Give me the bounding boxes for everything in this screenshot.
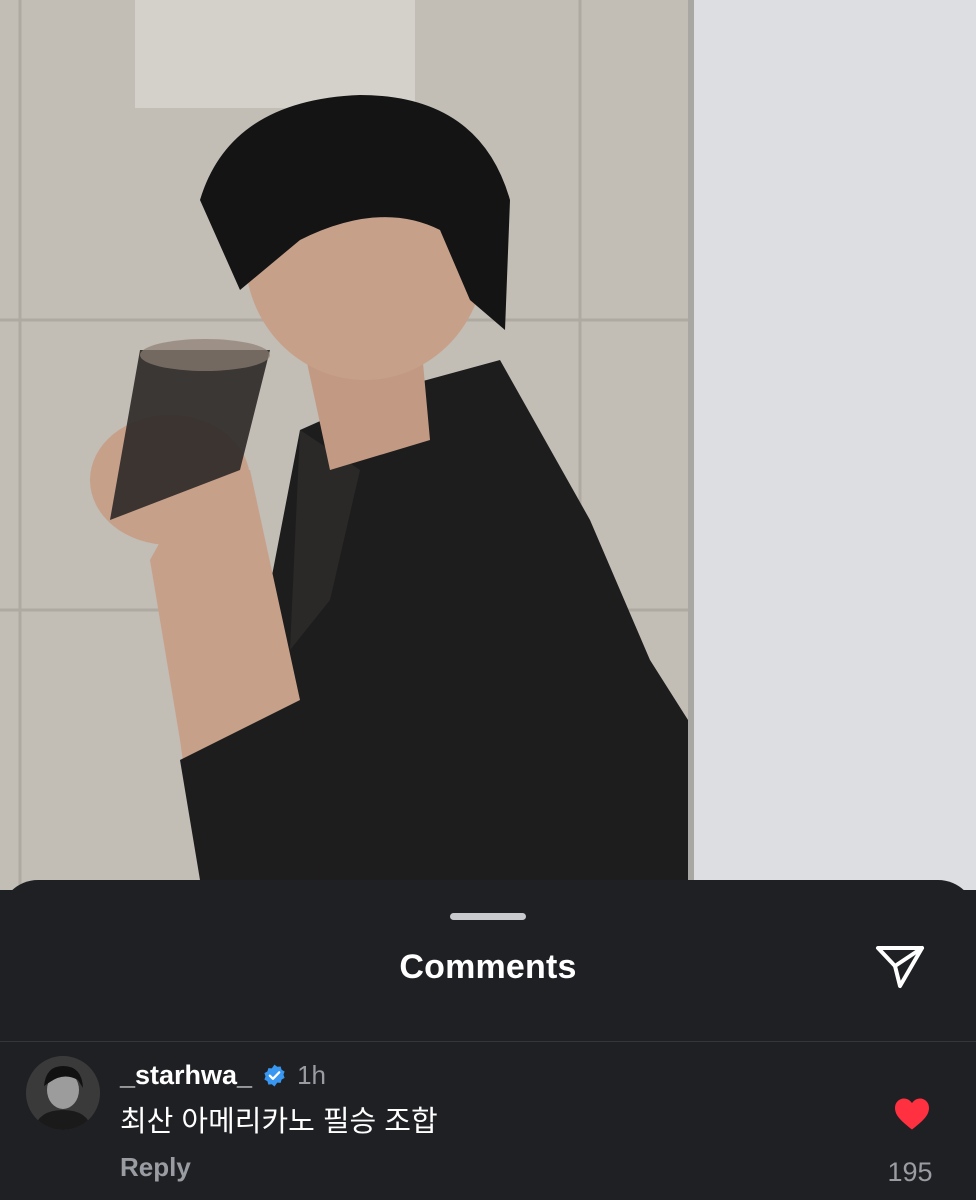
comment-username[interactable]: _starhwa_ <box>120 1060 252 1091</box>
comment-text: 최산 아메리카노 필승 조합 <box>120 1106 438 1138</box>
reply-button[interactable]: Reply <box>120 1152 191 1183</box>
avatar[interactable] <box>26 1056 100 1130</box>
comment-timestamp: 1h <box>297 1059 326 1090</box>
comment-meta: _starhwa_ 1h <box>120 1058 326 1092</box>
sheet-title: Comments <box>399 948 577 986</box>
heart-icon <box>893 1097 931 1136</box>
comments-sheet: Comments _starhwa_ 1h 최산 아메리카노 필승 조합 Rep… <box>0 880 976 1200</box>
comment-item: _starhwa_ 1h 최산 아메리카노 필승 조합 Reply 195 <box>0 1042 976 1200</box>
verified-badge-icon <box>262 1063 287 1088</box>
share-button[interactable] <box>868 938 932 998</box>
like-count: 195 <box>887 1157 933 1187</box>
send-icon <box>874 940 926 997</box>
like-button[interactable] <box>890 1096 934 1136</box>
sheet-grabber-handle[interactable] <box>450 913 526 920</box>
post-photo <box>0 0 976 890</box>
